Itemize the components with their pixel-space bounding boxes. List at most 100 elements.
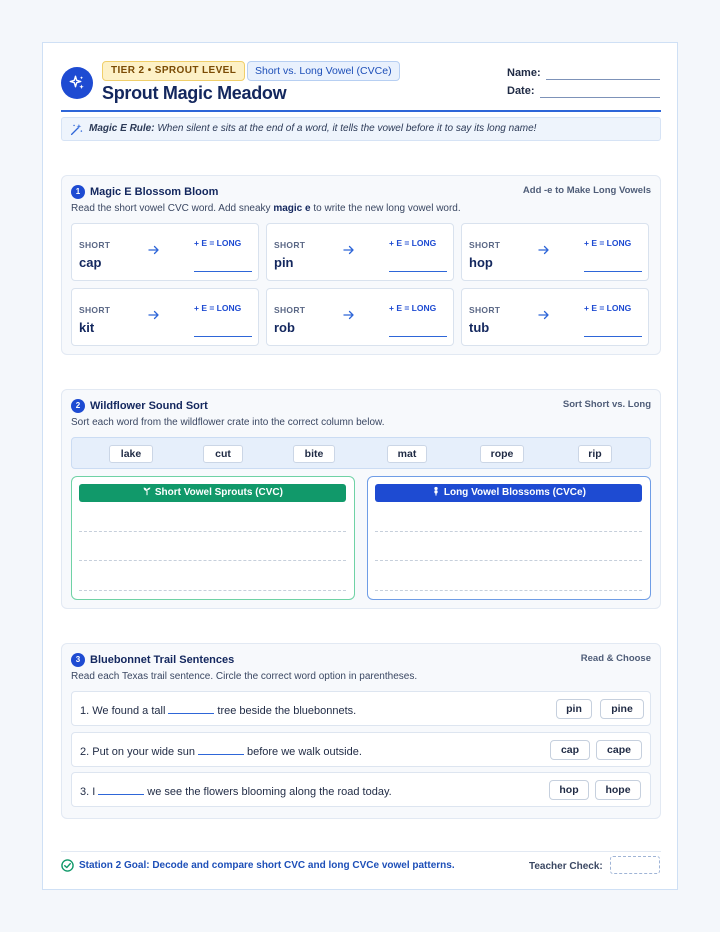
write-line[interactable]	[375, 590, 642, 591]
magic-wand-icon	[70, 123, 83, 136]
write-line[interactable]	[375, 560, 642, 561]
student-fields: Name: Date:	[507, 67, 661, 103]
teacher-check-label: Teacher Check:	[529, 861, 603, 872]
section-title: Wildflower Sound Sort	[90, 400, 208, 412]
sentence-text: 2. Put on your wide sun before we walk ou…	[80, 743, 362, 758]
write-line[interactable]	[375, 531, 642, 532]
footer-divider	[61, 851, 661, 852]
word-crate: lake cut bite mat rope rip	[71, 437, 651, 469]
worksheet: TIER 2 • SPROUT LEVEL Short vs. Long Vow…	[42, 42, 678, 890]
section-tag: Read & Choose	[580, 653, 651, 664]
word-chip[interactable]: cut	[203, 445, 243, 463]
answer-line[interactable]	[584, 271, 642, 272]
write-line[interactable]	[79, 531, 346, 532]
short-label: SHORT	[79, 240, 111, 250]
cvc-word: kit	[79, 320, 95, 335]
word-option[interactable]: pine	[600, 699, 644, 719]
short-label: SHORT	[469, 305, 501, 315]
short-vowel-column[interactable]: Short Vowel Sprouts (CVC)	[71, 476, 355, 600]
sentence-row: 2. Put on your wide sun before we walk ou…	[71, 732, 651, 767]
section-number: 1	[71, 185, 85, 199]
topic-badge: Short vs. Long Vowel (CVCe)	[247, 61, 400, 81]
section-1-heading: 1 Magic E Blossom Bloom	[71, 184, 218, 200]
station-goal: Station 2 Goal: Decode and compare short…	[61, 859, 455, 873]
short-column-header: Short Vowel Sprouts (CVC)	[79, 484, 346, 502]
long-column-header: Long Vowel Blossoms (CVCe)	[375, 484, 642, 502]
arrow-right-icon	[538, 310, 549, 320]
arrow-right-icon	[343, 310, 354, 320]
goal-text: Station 2 Goal: Decode and compare short…	[79, 860, 455, 871]
page-title: Sprout Magic Meadow	[102, 83, 287, 103]
word-card: SHORT pin + E = LONG	[266, 223, 454, 281]
section-number: 3	[71, 653, 85, 667]
word-chip[interactable]: rope	[480, 445, 524, 463]
word-option[interactable]: cape	[596, 740, 642, 760]
rule-label: Magic E Rule:	[89, 123, 155, 134]
word-chip[interactable]: rip	[578, 445, 612, 463]
rule-text: When silent e sits at the end of a word,…	[157, 123, 537, 134]
word-option[interactable]: pin	[556, 699, 592, 719]
short-label: SHORT	[79, 305, 111, 315]
short-label: SHORT	[274, 305, 306, 315]
answer-blank[interactable]	[98, 783, 145, 795]
blossom-icon	[431, 486, 444, 498]
section-title: Magic E Blossom Bloom	[90, 186, 219, 198]
word-option[interactable]: cap	[550, 740, 590, 760]
section-trail-sentences: 3 Bluebonnet Trail Sentences Read & Choo…	[61, 643, 661, 819]
word-option[interactable]: hop	[549, 780, 589, 800]
name-line[interactable]	[546, 79, 660, 80]
name-field[interactable]: Name:	[507, 67, 661, 85]
arrow-right-icon	[148, 310, 159, 320]
word-card: SHORT kit + E = LONG	[71, 288, 259, 346]
word-chip[interactable]: lake	[109, 445, 153, 463]
write-line[interactable]	[79, 560, 346, 561]
word-chip[interactable]: mat	[387, 445, 427, 463]
answer-line[interactable]	[584, 336, 642, 337]
check-circle-icon	[61, 859, 74, 872]
magic-e-rule: Magic E Rule: When silent e sits at the …	[61, 117, 661, 141]
word-card: SHORT hop + E = LONG	[461, 223, 649, 281]
date-field[interactable]: Date:	[507, 85, 661, 103]
sprout-icon	[142, 487, 155, 498]
answer-line[interactable]	[194, 271, 252, 272]
cvc-word: hop	[469, 255, 493, 270]
long-label: + E = LONG	[194, 238, 242, 248]
date-line[interactable]	[540, 97, 660, 98]
answer-line[interactable]	[389, 336, 447, 337]
long-label: + E = LONG	[389, 238, 437, 248]
short-label: SHORT	[469, 240, 501, 250]
section-tag: Sort Short vs. Long	[562, 399, 651, 410]
word-option[interactable]: hope	[595, 780, 641, 800]
long-label: + E = LONG	[389, 303, 437, 313]
answer-line[interactable]	[389, 271, 447, 272]
header: TIER 2 • SPROUT LEVEL Short vs. Long Vow…	[61, 59, 661, 113]
cvc-word: cap	[79, 255, 102, 270]
long-label: + E = LONG	[194, 303, 242, 313]
sentence-row: 1. We found a tall tree beside the bluebo…	[71, 691, 651, 726]
long-label: + E = LONG	[584, 303, 632, 313]
section-instruction: Sort each word from the wildflower crate…	[71, 417, 385, 428]
tier-badge: TIER 2 • SPROUT LEVEL	[102, 61, 246, 81]
cvc-word: tub	[469, 320, 490, 335]
section-3-heading: 3 Bluebonnet Trail Sentences	[71, 652, 234, 668]
sparkle-icon	[61, 67, 93, 99]
long-vowel-column[interactable]: Long Vowel Blossoms (CVCe)	[367, 476, 651, 600]
short-label: SHORT	[274, 240, 306, 250]
word-chip[interactable]: bite	[293, 445, 335, 463]
header-divider	[61, 110, 661, 112]
answer-blank[interactable]	[197, 743, 244, 755]
teacher-check-box[interactable]	[610, 856, 660, 874]
arrow-right-icon	[538, 245, 549, 255]
word-card: SHORT rob + E = LONG	[266, 288, 454, 346]
cvc-word: rob	[274, 320, 295, 335]
answer-blank[interactable]	[168, 702, 215, 714]
answer-line[interactable]	[194, 336, 252, 337]
section-magic-e-bloom: 1 Magic E Blossom Bloom Add -e to Make L…	[61, 175, 661, 355]
date-label: Date:	[507, 85, 535, 97]
sentence-text: 3. Iwe see the flowers blooming along th…	[80, 783, 392, 798]
cvc-word: pin	[274, 255, 294, 270]
section-tag: Add -e to Make Long Vowels	[522, 185, 651, 196]
arrow-right-icon	[148, 245, 159, 255]
write-line[interactable]	[79, 590, 346, 591]
long-column-title: Long Vowel Blossoms (CVCe)	[443, 487, 586, 498]
